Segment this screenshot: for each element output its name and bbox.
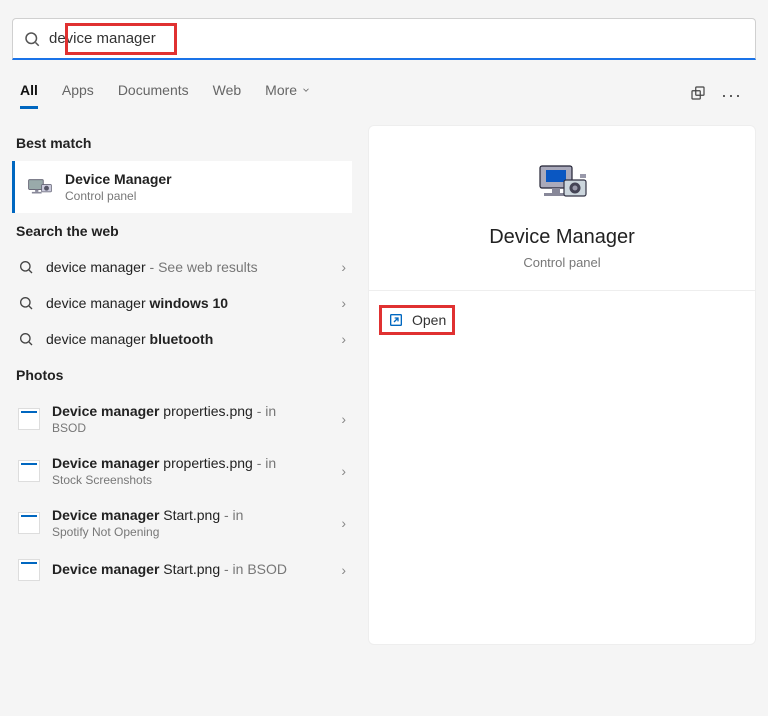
tab-more[interactable]: More xyxy=(265,82,311,109)
photo-result-item[interactable]: Device manager Start.png - in Spotify No… xyxy=(12,497,352,549)
section-header-web: Search the web xyxy=(12,213,352,249)
web-result-label: device manager - See web results xyxy=(46,259,329,275)
results-list: Best match Device Manager Control panel … xyxy=(12,125,352,591)
chevron-right-icon: › xyxy=(341,463,346,479)
device-manager-icon xyxy=(534,162,590,210)
share-icon xyxy=(689,84,707,102)
best-match-text: Device Manager Control panel xyxy=(65,171,340,203)
tab-all[interactable]: All xyxy=(20,82,38,109)
photo-result-text: Device manager Start.png - in BSOD xyxy=(52,561,329,579)
photo-result-text: Device manager properties.png - in BSOD xyxy=(52,403,329,435)
chevron-right-icon: › xyxy=(341,295,346,311)
device-manager-icon xyxy=(27,176,53,198)
open-external-icon xyxy=(388,312,404,328)
photo-result-item[interactable]: Device manager properties.png - in BSOD … xyxy=(12,393,352,445)
tab-web[interactable]: Web xyxy=(213,82,242,109)
photo-result-text: Device manager Start.png - in Spotify No… xyxy=(52,507,329,539)
preview-panel: Device Manager Control panel Open xyxy=(368,125,756,645)
image-thumb-icon xyxy=(18,559,40,581)
chevron-right-icon: › xyxy=(341,562,346,578)
web-result-item[interactable]: device manager bluetooth › xyxy=(12,321,352,357)
filter-tabs-row: All Apps Documents Web More ··· xyxy=(12,82,756,109)
photo-result-item[interactable]: Device manager properties.png - in Stock… xyxy=(12,445,352,497)
tab-more-label: More xyxy=(265,82,297,98)
chevron-down-icon xyxy=(301,85,311,95)
share-button[interactable] xyxy=(689,84,707,107)
section-header-photos: Photos xyxy=(12,357,352,393)
web-result-item[interactable]: device manager - See web results › xyxy=(12,249,352,285)
ellipsis-icon: ··· xyxy=(721,85,742,105)
tab-apps[interactable]: Apps xyxy=(62,82,94,109)
search-input[interactable] xyxy=(49,30,745,47)
search-icon xyxy=(18,259,34,275)
preview-title: Device Manager xyxy=(489,226,635,249)
search-icon xyxy=(18,295,34,311)
photo-result-text: Device manager properties.png - in Stock… xyxy=(52,455,329,487)
tab-documents[interactable]: Documents xyxy=(118,82,189,109)
web-result-item[interactable]: device manager windows 10 › xyxy=(12,285,352,321)
search-icon xyxy=(23,30,41,48)
image-thumb-icon xyxy=(18,512,40,534)
open-action[interactable]: Open xyxy=(379,305,455,335)
chevron-right-icon: › xyxy=(341,515,346,531)
image-thumb-icon xyxy=(18,460,40,482)
tab-tools: ··· xyxy=(689,84,742,107)
best-match-title: Device Manager xyxy=(65,171,340,187)
open-action-label: Open xyxy=(412,312,446,328)
image-thumb-icon xyxy=(18,408,40,430)
section-header-best-match: Best match xyxy=(12,125,352,161)
web-result-label: device manager bluetooth xyxy=(46,331,329,347)
photo-result-item[interactable]: Device manager Start.png - in BSOD › xyxy=(12,549,352,591)
chevron-right-icon: › xyxy=(341,259,346,275)
web-result-label: device manager windows 10 xyxy=(46,295,329,311)
preview-subtitle: Control panel xyxy=(523,255,600,270)
chevron-right-icon: › xyxy=(341,331,346,347)
search-icon xyxy=(18,331,34,347)
more-options-button[interactable]: ··· xyxy=(721,85,742,106)
best-match-subtitle: Control panel xyxy=(65,189,340,203)
search-bar[interactable] xyxy=(12,18,756,60)
chevron-right-icon: › xyxy=(341,411,346,427)
best-match-item[interactable]: Device Manager Control panel xyxy=(12,161,352,213)
preview-actions: Open xyxy=(369,291,755,349)
preview-header: Device Manager Control panel xyxy=(369,126,755,291)
results-area: Best match Device Manager Control panel … xyxy=(12,125,756,645)
filter-tabs: All Apps Documents Web More xyxy=(20,82,689,109)
search-window: All Apps Documents Web More ··· Best mat… xyxy=(0,0,768,657)
